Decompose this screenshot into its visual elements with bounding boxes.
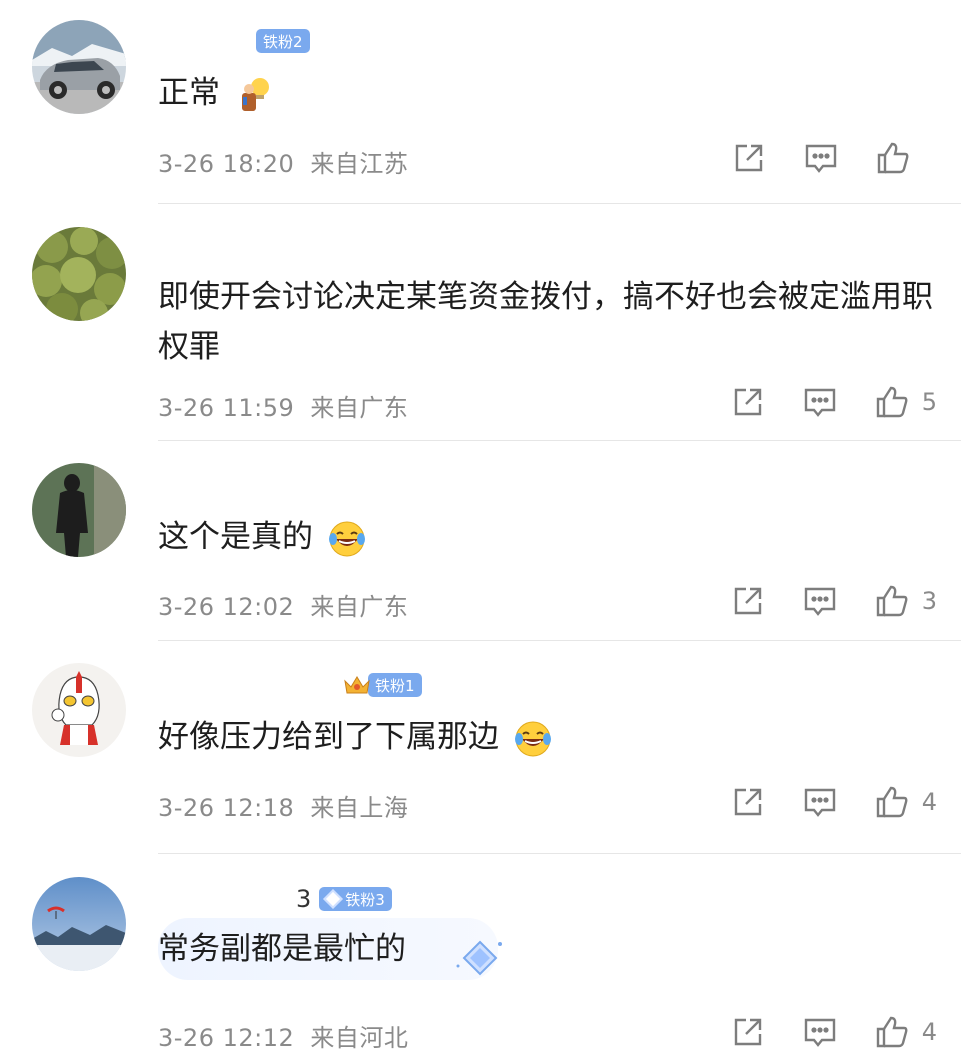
comment-body: 好像压力给到了下属那边 [158, 719, 499, 755]
like-icon [876, 585, 908, 617]
comment-meta: 3-26 12:18 来自上海 [158, 788, 408, 823]
user-name-line: 铁粉2 [158, 26, 310, 56]
divider [158, 640, 961, 641]
divider [158, 853, 961, 854]
share-icon[interactable] [730, 784, 766, 820]
avatar[interactable] [32, 20, 126, 114]
comment-date: 3-26 12:02 [158, 593, 295, 621]
comment-actions: 4 [730, 784, 937, 820]
share-icon[interactable] [731, 140, 767, 176]
comment-location: 来自上海 [310, 794, 409, 822]
fan-badge-label: 铁粉1 [375, 676, 415, 695]
comment-body: 这个是真的 [158, 519, 313, 555]
comment-date: 3-26 12:18 [158, 794, 295, 822]
like-count: 5 [921, 388, 937, 416]
comment-meta: 3-26 12:12 来自河北 [158, 1018, 408, 1053]
fan-badge[interactable]: 铁粉3 [319, 887, 392, 911]
avatar[interactable] [32, 463, 126, 557]
like-button[interactable] [875, 140, 937, 176]
avatar[interactable] [32, 227, 126, 321]
fan-badge[interactable]: 铁粉2 [256, 29, 310, 53]
comment-actions: 3 [730, 583, 937, 619]
comment-actions: 4 [730, 1014, 937, 1050]
share-icon[interactable] [730, 1014, 766, 1050]
comment-list: 铁粉2 正常 3-26 18:20 来自江苏 即使开会讨论决定某笔资金拨付，搞不… [0, 0, 961, 1061]
comment-actions: 5 [730, 384, 937, 420]
like-button[interactable]: 4 [874, 1014, 937, 1050]
comment-location: 来自河北 [310, 1024, 409, 1052]
comment-meta: 3-26 18:20 来自江苏 [158, 144, 408, 179]
share-icon[interactable] [730, 384, 766, 420]
user-name-line: 铁粉1 [158, 670, 422, 700]
comment-icon[interactable] [802, 1014, 838, 1050]
comment-meta: 3-26 12:02 来自广东 [158, 587, 408, 622]
share-icon[interactable] [730, 583, 766, 619]
like-button[interactable]: 5 [874, 384, 937, 420]
diamond-icon [323, 889, 344, 909]
avatar[interactable] [32, 877, 126, 971]
divider [158, 440, 961, 441]
comment-body: 常务副都是最忙的 [158, 931, 406, 967]
like-icon [876, 386, 908, 418]
comment-location: 来自广东 [310, 394, 409, 422]
comment-date: 3-26 11:59 [158, 394, 295, 422]
comment-text: 常务副都是最忙的 [158, 924, 938, 974]
comment-icon[interactable] [803, 140, 839, 176]
fan-badge-label: 铁粉2 [263, 32, 303, 51]
comment-location: 来自广东 [310, 593, 409, 621]
user-name-line: 3 铁粉3 [158, 884, 392, 914]
comment-icon[interactable] [802, 384, 838, 420]
comment-meta: 3-26 11:59 来自广东 [158, 388, 408, 423]
user-name-line [158, 466, 328, 496]
like-count: 4 [921, 1018, 937, 1046]
like-count: 3 [921, 587, 937, 615]
comment-date: 3-26 12:12 [158, 1024, 295, 1052]
laughing-tears-emoji [328, 521, 365, 556]
like-icon [876, 1016, 908, 1048]
like-icon [877, 142, 909, 174]
like-button[interactable]: 3 [874, 583, 937, 619]
laughing-tears-emoji [514, 721, 551, 756]
like-count: 4 [921, 788, 937, 816]
comment-date: 3-26 18:20 [158, 150, 295, 178]
fan-badge[interactable]: 铁粉1 [368, 673, 422, 697]
comment-text: 这个是真的 [158, 512, 938, 562]
avatar[interactable] [32, 663, 126, 757]
comment-icon[interactable] [802, 784, 838, 820]
comment-text: 正常 [158, 68, 938, 118]
comment-icon[interactable] [802, 583, 838, 619]
like-button[interactable]: 4 [874, 784, 937, 820]
figure-with-lightbulb-emoji [241, 77, 269, 111]
comment-text: 好像压力给到了下属那边 [158, 712, 938, 762]
divider [158, 203, 961, 204]
comment-actions [731, 140, 937, 176]
user-name-line [158, 236, 198, 266]
fan-badge-label: 铁粉3 [345, 890, 385, 909]
comment-text: 即使开会讨论决定某笔资金拨付，搞不好也会被定滥用职权罪 [158, 272, 938, 372]
user-name-suffix: 3 [296, 885, 312, 913]
comment-location: 来自江苏 [310, 150, 409, 178]
comment-body: 即使开会讨论决定某笔资金拨付，搞不好也会被定滥用职权罪 [158, 279, 933, 365]
like-icon [876, 786, 908, 818]
crown-icon [344, 676, 370, 694]
comment-body: 正常 [158, 75, 220, 111]
